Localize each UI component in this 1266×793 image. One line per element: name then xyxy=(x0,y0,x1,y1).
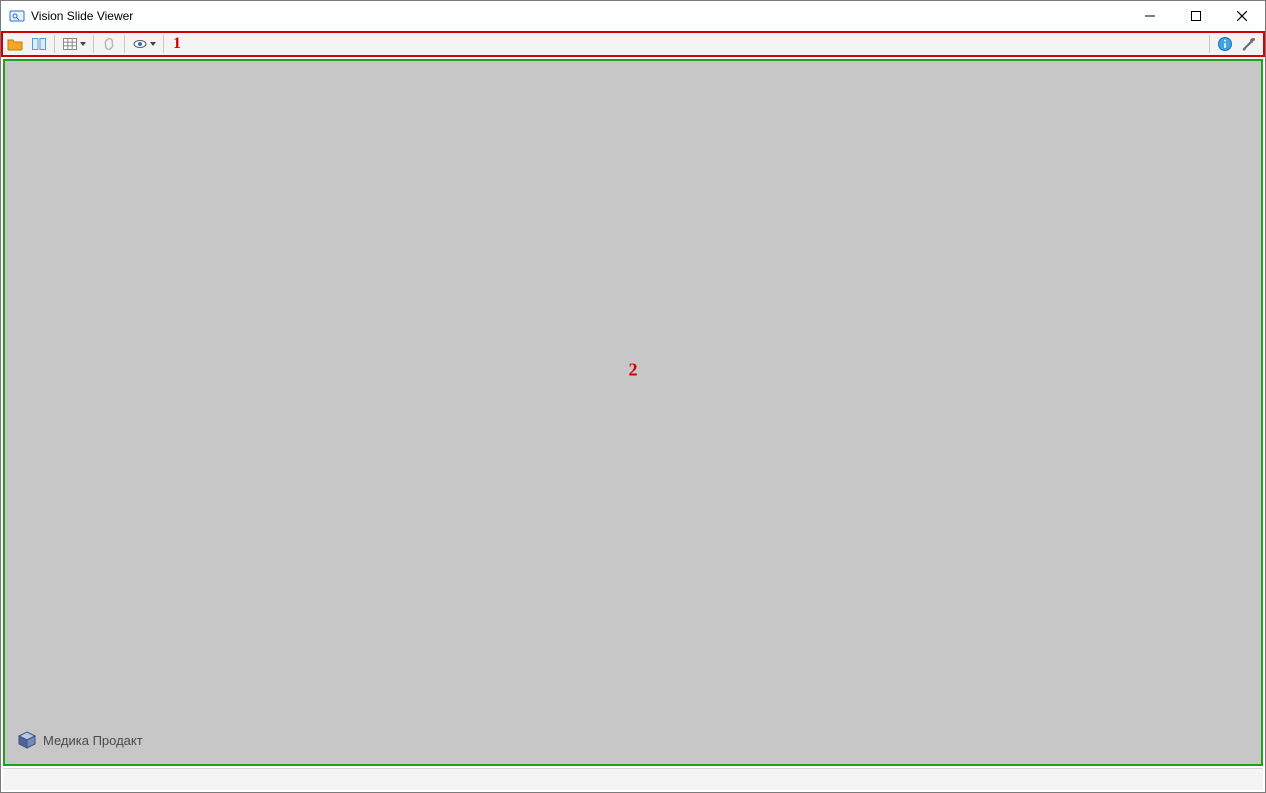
toolbar: 1 xyxy=(1,31,1265,57)
toolbar-separator xyxy=(1209,35,1210,53)
info-icon xyxy=(1217,36,1233,52)
grid-icon xyxy=(62,36,78,52)
close-button[interactable] xyxy=(1219,1,1265,31)
annotation-toolbar-number: 1 xyxy=(173,35,181,53)
tools-button[interactable] xyxy=(1238,33,1260,55)
maximize-button[interactable] xyxy=(1173,1,1219,31)
toolbar-separator xyxy=(93,35,94,53)
cube-icon xyxy=(17,730,37,750)
minimize-button[interactable] xyxy=(1127,1,1173,31)
grid-dropdown[interactable] xyxy=(59,33,89,55)
viewport[interactable]: 2 Медика Продакт xyxy=(3,59,1263,766)
eye-icon xyxy=(132,36,148,52)
toolbar-separator xyxy=(124,35,125,53)
toolbar-right xyxy=(1206,33,1263,55)
open-folder-icon xyxy=(7,36,23,52)
chevron-down-icon xyxy=(150,42,156,46)
chevron-down-icon xyxy=(80,42,86,46)
compare-panes-icon xyxy=(31,36,47,52)
annotation-viewport-number: 2 xyxy=(629,360,638,381)
view-dropdown[interactable] xyxy=(129,33,159,55)
app-icon xyxy=(9,8,25,24)
link-icon xyxy=(101,36,117,52)
info-button[interactable] xyxy=(1214,33,1236,55)
compare-button[interactable] xyxy=(28,33,50,55)
toolbar-left: 1 xyxy=(3,33,181,55)
tools-icon xyxy=(1241,36,1257,52)
watermark-text: Медика Продакт xyxy=(43,733,143,748)
toolbar-separator xyxy=(54,35,55,53)
toolbar-separator xyxy=(163,35,164,53)
window-title: Vision Slide Viewer xyxy=(31,9,133,23)
titlebar: Vision Slide Viewer xyxy=(1,1,1265,31)
watermark: Медика Продакт xyxy=(17,730,143,750)
app-window: Vision Slide Viewer xyxy=(0,0,1266,793)
link-button[interactable] xyxy=(98,33,120,55)
open-button[interactable] xyxy=(4,33,26,55)
statusbar xyxy=(3,768,1263,790)
